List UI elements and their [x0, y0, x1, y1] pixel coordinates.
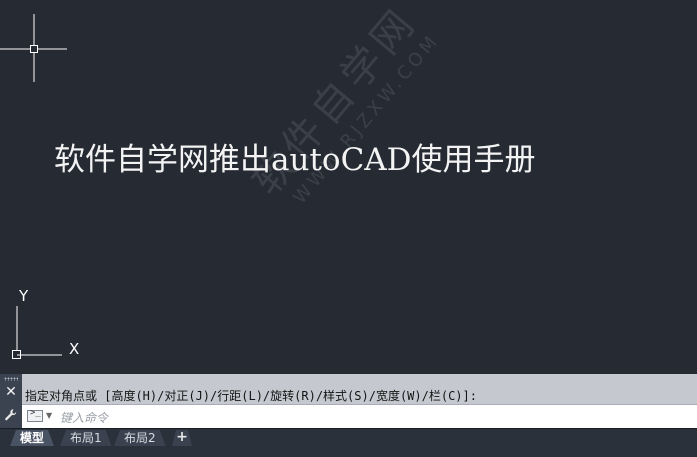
chevron-down-icon[interactable]: ▼	[46, 411, 52, 420]
command-input-bar: >_ ▼	[22, 404, 697, 429]
add-layout-button[interactable]: +	[172, 430, 192, 446]
command-line-grip[interactable]: ✕	[0, 374, 22, 428]
drag-handle-icon[interactable]	[4, 377, 18, 381]
tab-layout2[interactable]: 布局2	[114, 430, 166, 446]
close-icon[interactable]: ✕	[5, 385, 17, 399]
ucs-icon: Y X	[12, 287, 79, 359]
layout-tab-bar: 模型 布局1 布局2 +	[0, 428, 697, 457]
ucs-y-label: Y	[18, 287, 29, 305]
drawing-canvas[interactable]: 软件自学网推出autoCAD使用手册 软件自学网 WWW.RJZXW.COM Y…	[0, 0, 697, 374]
command-prompt-icon[interactable]: >_	[27, 408, 43, 422]
ucs-x-label: X	[69, 340, 79, 358]
crosshair-cursor-icon	[0, 14, 67, 82]
wrench-icon[interactable]	[4, 408, 18, 422]
tab-model[interactable]: 模型	[10, 430, 54, 446]
tab-layout1[interactable]: 布局1	[60, 430, 112, 446]
watermark: 软件自学网 WWW.RJZXW.COM	[236, 0, 444, 219]
command-input[interactable]	[58, 407, 682, 428]
command-history-text: 指定对角点或 [高度(H)/对正(J)/行距(L)/旋转(R)/样式(S)/宽度…	[25, 389, 477, 403]
